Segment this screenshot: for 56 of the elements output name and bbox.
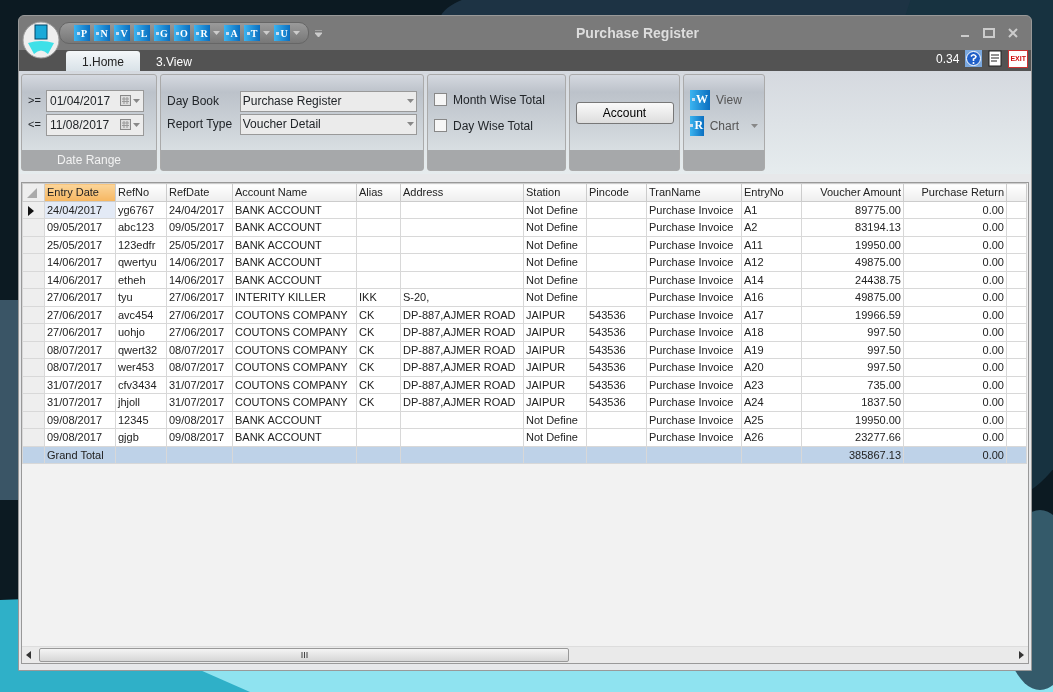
- date-field[interactable]: 01/04/2017: [46, 89, 144, 112]
- operator-label: <=: [28, 117, 40, 133]
- column-header[interactable]: EntryNo: [741, 183, 802, 201]
- customize-icon[interactable]: [315, 29, 322, 37]
- checkbox[interactable]: [434, 93, 447, 106]
- dropdown-icon[interactable]: [133, 122, 140, 127]
- column-header[interactable]: RefDate: [166, 183, 233, 201]
- dropdown-icon[interactable]: [407, 99, 414, 103]
- checkbox[interactable]: [434, 119, 447, 132]
- scroll-left-icon[interactable]: [26, 651, 31, 659]
- operator-label: >=: [28, 93, 40, 109]
- caret-icon[interactable]: [751, 123, 758, 128]
- column-header[interactable]: Entry Date: [44, 183, 116, 201]
- toolbar-button[interactable]: A: [224, 25, 240, 41]
- column-header[interactable]: Account Name: [232, 183, 357, 201]
- window-title: Purchase Register: [575, 23, 700, 43]
- column-header[interactable]: TranName: [646, 183, 742, 201]
- scroll-right-icon[interactable]: [1019, 651, 1024, 659]
- toolbar-button[interactable]: N: [94, 25, 110, 41]
- column-header[interactable]: RefNo: [115, 183, 167, 201]
- ribbon-button[interactable]: R Chart: [690, 115, 758, 136]
- dropdown-field[interactable]: Purchase Register: [239, 90, 417, 112]
- tab[interactable]: 3.View: [140, 51, 208, 71]
- column-header[interactable]: Alias: [356, 183, 401, 201]
- dropdown-icon[interactable]: [133, 98, 140, 103]
- caret-icon[interactable]: [213, 31, 220, 35]
- checkbox-label: Day Wise Total: [453, 117, 533, 135]
- caret-icon[interactable]: [293, 31, 300, 35]
- help-icon[interactable]: [965, 50, 983, 68]
- calendar-icon[interactable]: [120, 95, 131, 106]
- group-label: Date Range: [22, 150, 156, 170]
- date-field[interactable]: 11/08/2017: [46, 113, 144, 136]
- toolbar-button[interactable]: L: [134, 25, 150, 41]
- dropdown-icon[interactable]: [407, 122, 414, 126]
- scrollbar-thumb[interactable]: [39, 648, 569, 662]
- status-value: 0.34: [936, 50, 960, 68]
- caret-icon[interactable]: [263, 31, 270, 35]
- maximize-icon[interactable]: [983, 27, 995, 39]
- calendar-icon[interactable]: [120, 119, 131, 130]
- column-header[interactable]: Voucher Amount: [801, 183, 904, 201]
- column-header[interactable]: Pincode: [586, 183, 647, 201]
- column-header[interactable]: Station: [523, 183, 587, 201]
- toolbar-button[interactable]: P: [74, 25, 90, 41]
- document-icon[interactable]: [988, 50, 1003, 68]
- close-icon[interactable]: [1007, 27, 1019, 39]
- account-button[interactable]: Account: [575, 101, 674, 124]
- dropdown-field[interactable]: Voucher Detail: [239, 113, 417, 135]
- column-header[interactable]: Address: [400, 183, 524, 201]
- field-label: Day Book: [167, 93, 221, 110]
- field-label: Report Type: [167, 116, 234, 133]
- ribbon-button[interactable]: W View: [690, 89, 758, 110]
- toolbar-button[interactable]: V: [114, 25, 130, 41]
- checkbox-label: Month Wise Total: [453, 91, 545, 109]
- tab[interactable]: 1.Home: [66, 51, 141, 71]
- row-indicator-icon: [27, 205, 35, 216]
- column-header[interactable]: Purchase Return: [903, 183, 1007, 201]
